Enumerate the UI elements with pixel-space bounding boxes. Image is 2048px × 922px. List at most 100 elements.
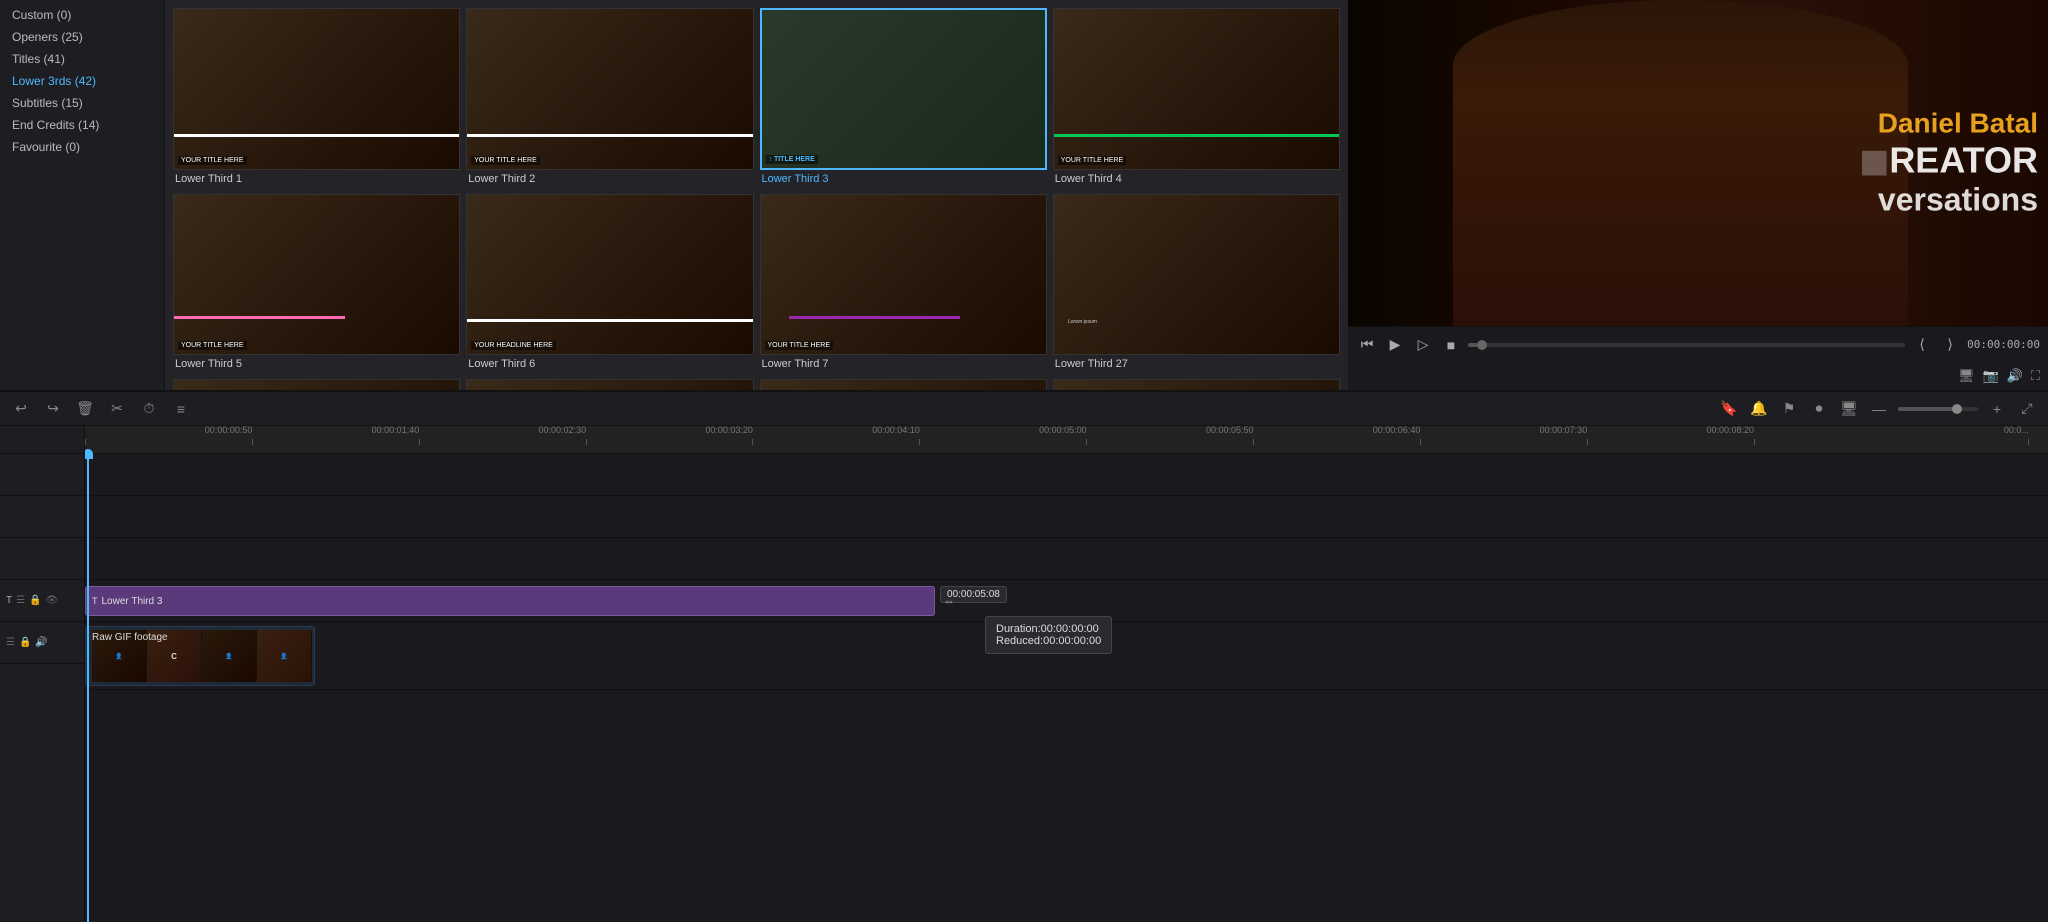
sidebar-item-custom[interactable]: Custom (0) <box>0 4 164 26</box>
align-button[interactable]: ≡ <box>170 398 192 420</box>
template-name-4: Lower Third 4 <box>1053 170 1340 188</box>
monitor2-button[interactable]: 🖥 <box>1838 398 1860 420</box>
ruler-mark-2: 00:00:01:40 <box>419 439 420 445</box>
footage-clip[interactable]: 👤 C 👤 👤 Raw GIF foo <box>85 626 315 686</box>
undo-button[interactable]: ↩ <box>10 398 32 420</box>
template-item-28[interactable]: Lorem Ipsum Lower Third 28 <box>173 379 460 390</box>
footage-frame-4: 👤 <box>257 630 312 682</box>
template-thumb-30: Lorem Ipsum <box>760 379 1047 390</box>
clip-resize-handle[interactable]: ⇔ <box>943 580 955 621</box>
thumb-text-5: YOUR TITLE HERE <box>178 341 247 350</box>
template-name-5: Lower Third 5 <box>173 355 460 373</box>
preview-area: Daniel Batal ◼REATOR versations ⏮ ▶ ▷ ■ … <box>1348 0 2048 390</box>
template-item-7[interactable]: YOUR TITLE HERE Lower Third 7 <box>760 194 1047 374</box>
sidebar-item-lower3rds[interactable]: Lower 3rds (42) <box>0 70 164 92</box>
play-alt-button[interactable]: ▷ <box>1412 334 1434 356</box>
track-row-empty-1 <box>85 454 2048 496</box>
sidebar-item-endcredits[interactable]: End Credits (14) <box>0 114 164 136</box>
template-thumb-1: YOUR TITLE HERE <box>173 8 460 170</box>
sidebar-item-favourite[interactable]: Favourite (0) <box>0 136 164 158</box>
ruler-mark-1: 00:00:00:50 <box>252 439 253 445</box>
template-item-2[interactable]: YOUR TITLE HERE Lower Third 2 <box>466 8 753 188</box>
fit-button[interactable]: ⤢ <box>2016 398 2038 420</box>
ruler-label-6: 00:00:05:00 <box>1039 426 1087 435</box>
video-person-name: Daniel Batal <box>1859 108 2038 140</box>
track-ctrl-speaker[interactable]: 🔊 <box>35 637 47 648</box>
camera-icon[interactable]: 📷 <box>1983 368 1999 384</box>
ruler-mark-4: 00:00:03:20 <box>752 439 753 445</box>
sidebar-item-openers[interactable]: Openers (25) <box>0 26 164 48</box>
template-item-27[interactable]: Lorem ipsum Lower Third 27 <box>1053 194 1340 374</box>
play-button[interactable]: ▶ <box>1384 334 1406 356</box>
template-thumb-31: Lorem ipsum <box>1053 379 1340 390</box>
track-ctrl-lock-v[interactable]: 🔒 <box>19 637 31 648</box>
template-item-30[interactable]: Lorem Ipsum Lower Third 30 <box>760 379 1047 390</box>
ruler-mark-3: 00:00:02:30 <box>586 439 587 445</box>
bookmark-button[interactable]: 🔖 <box>1718 398 1740 420</box>
monitor-icon[interactable]: 🖥 <box>1958 368 1975 384</box>
ruler-mark-6: 00:00:05:00 <box>1086 439 1087 445</box>
clock-button[interactable]: ⏱ <box>138 398 160 420</box>
progress-fill <box>1468 343 1477 347</box>
nav-prev-button[interactable]: ⟨ <box>1911 334 1933 356</box>
sidebar-item-titles[interactable]: Titles (41) <box>0 48 164 70</box>
template-item-31[interactable]: Lorem ipsum Lower Third 31 <box>1053 379 1340 390</box>
flag-button[interactable]: ⚑ <box>1778 398 1800 420</box>
template-name-1: Lower Third 1 <box>173 170 460 188</box>
nav-next-button[interactable]: ⟩ <box>1939 334 1961 356</box>
track-ctrl-lock[interactable]: 🔒 <box>29 595 41 606</box>
thumb-text-4: YOUR TITLE HERE <box>1058 156 1127 165</box>
fullscreen-icon[interactable]: ⛶ <box>2031 368 2040 384</box>
template-name-2: Lower Third 2 <box>466 170 753 188</box>
template-item-29[interactable]: LOREM IPSUM Lower Third 29 <box>466 379 753 390</box>
zoom-dot <box>1952 404 1962 414</box>
track-ctrl-hamburger-v[interactable]: ☰ <box>6 637 15 648</box>
bell-button[interactable]: 🔔 <box>1748 398 1770 420</box>
thumb-text-3: ↑ TITLE HERE <box>766 155 818 164</box>
skip-back-button[interactable]: ⏮ <box>1356 334 1378 356</box>
track-ctrl-eye[interactable]: 👁 <box>46 595 59 606</box>
track-label-empty-2 <box>0 496 84 538</box>
ruler-label-1: 00:00:00:50 <box>205 426 253 435</box>
track-ctrl-hamburger[interactable]: ☰ <box>16 595 25 606</box>
template-thumb-29: LOREM IPSUM <box>466 379 753 390</box>
template-item-3[interactable]: ↑ TITLE HERE Lower Third 3 <box>760 8 1047 188</box>
template-thumb-7: YOUR TITLE HERE <box>760 194 1047 356</box>
zoom-slider[interactable] <box>1898 407 1978 411</box>
ruler-label-10: 00:00:08:20 <box>1707 426 1755 435</box>
video-text-overlay: Daniel Batal ◼REATOR versations <box>1859 108 2038 219</box>
template-grid: YOUR TITLE HERE Lower Third 1 YOUR TITLE… <box>165 0 1348 390</box>
ruler-mark-9: 00:00:07:30 <box>1587 439 1588 445</box>
tooltip-reduced: Reduced:00:00:00:00 <box>996 635 1101 647</box>
sidebar-item-subtitles[interactable]: Subtitles (15) <box>0 92 164 114</box>
ruler-label-5: 00:00:04:10 <box>872 426 920 435</box>
redo-button[interactable]: ↪ <box>42 398 64 420</box>
template-item-4[interactable]: YOUR TITLE HERE Lower Third 4 <box>1053 8 1340 188</box>
ruler-mark-0: 00:00:00:00 <box>85 439 86 445</box>
track-label-empty-1 <box>0 454 84 496</box>
track-icon-title: T <box>6 595 12 606</box>
zoom-out-button[interactable]: — <box>1868 398 1890 420</box>
ruler-label-7: 00:00:05:50 <box>1206 426 1254 435</box>
record-button[interactable]: ⏺ <box>1808 398 1830 420</box>
delete-button[interactable]: 🗑 <box>74 398 96 420</box>
speaker-icon[interactable]: 🔊 <box>2007 368 2023 384</box>
thumb-text-7: YOUR TITLE HERE <box>765 341 834 350</box>
zoom-in-button[interactable]: + <box>1986 398 2008 420</box>
footage-frame-3: 👤 <box>202 630 257 682</box>
template-thumb-28: Lorem Ipsum <box>173 379 460 390</box>
template-item-5[interactable]: YOUR TITLE HERE Lower Third 5 <box>173 194 460 374</box>
cut-button[interactable]: ✂ <box>106 398 128 420</box>
lower-third-clip[interactable]: T Lower Third 3 <box>85 586 935 616</box>
progress-bar[interactable] <box>1468 343 1905 347</box>
track-row-lower-third: T Lower Third 3 00:00:05:08 ⇔ Duration:0… <box>85 580 2048 622</box>
stop-button[interactable]: ■ <box>1440 334 1462 356</box>
template-item-6[interactable]: YOUR HEADLINE HERE Lower Third 6 <box>466 194 753 374</box>
ruler-label-11: 00:0... <box>2004 426 2029 435</box>
video-bg: Daniel Batal ◼REATOR versations <box>1348 0 2048 326</box>
thumb-text-1: YOUR TITLE HERE <box>178 156 247 165</box>
template-grid-inner: YOUR TITLE HERE Lower Third 1 YOUR TITLE… <box>173 8 1340 390</box>
template-item-1[interactable]: YOUR TITLE HERE Lower Third 1 <box>173 8 460 188</box>
progress-dot <box>1477 340 1487 350</box>
track-row-empty-3 <box>85 538 2048 580</box>
